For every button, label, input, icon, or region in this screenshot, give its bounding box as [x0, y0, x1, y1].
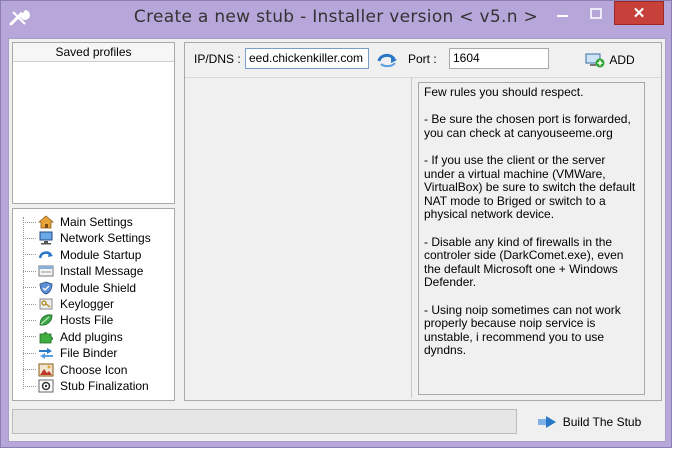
house-icon: [37, 215, 55, 229]
picture-icon: [38, 363, 54, 377]
panel-divider: [411, 78, 412, 398]
saved-profiles-panel[interactable]: Saved profiles: [12, 42, 175, 204]
tree-item-module-startup[interactable]: Module Startup: [13, 247, 141, 263]
tree-item-label: Network Settings: [60, 231, 151, 246]
puzzle-icon: [38, 330, 54, 344]
tree-connector: [23, 319, 36, 321]
tree-connector: [23, 221, 36, 223]
maximize-icon: [590, 7, 602, 19]
tree-item-label: Install Message: [60, 264, 144, 279]
build-stub-label: Build The Stub: [562, 415, 642, 429]
tree-item-main-settings[interactable]: Main Settings: [13, 214, 133, 230]
connection-panel: IP/DNS : eed.chickenkiller.com Port : 16…: [184, 42, 662, 401]
tree-connector: [23, 336, 36, 338]
finalize-gear-icon: [38, 379, 54, 393]
add-computer-icon: [585, 53, 605, 68]
saved-profiles-header: Saved profiles: [13, 43, 174, 62]
build-arrow-icon: [537, 416, 556, 428]
tree-item-stub-finalization[interactable]: Stub Finalization: [13, 378, 149, 394]
build-progress-bar: [12, 409, 517, 434]
tree-item-label: Module Shield: [60, 280, 137, 295]
header-divider: [185, 77, 661, 78]
message-window-icon: [38, 264, 54, 278]
tree-connector: [23, 352, 36, 354]
tree-item-label: File Binder: [60, 346, 118, 361]
tree-item-label: Main Settings: [60, 215, 133, 229]
ip-dns-label: IP/DNS :: [194, 52, 241, 66]
tree-item-add-plugins[interactable]: Add plugins: [13, 329, 123, 345]
tree-item-choose-icon[interactable]: Choose Icon: [13, 362, 127, 378]
rules-text-box[interactable]: Few rules you should respect. - Be sure …: [418, 82, 645, 395]
port-label: Port :: [408, 52, 437, 66]
tree-connector: [23, 287, 36, 289]
minimize-icon: [557, 15, 568, 17]
minimize-button[interactable]: [548, 1, 578, 25]
tree-item-install-message[interactable]: Install Message: [13, 263, 143, 279]
startup-arrow-icon: [38, 248, 54, 262]
add-button[interactable]: ADD: [575, 47, 645, 73]
tree-connector: [23, 237, 36, 239]
close-icon: ✕: [632, 5, 646, 22]
tree-item-label: Add plugins: [60, 329, 123, 344]
tree-item-label: Keylogger: [60, 297, 115, 311]
tree-item-keylogger[interactable]: Keylogger: [13, 296, 114, 312]
tree-connector: [23, 385, 36, 387]
tree-item-label: Hosts File: [60, 313, 114, 328]
tree-item-module-shield[interactable]: Module Shield: [13, 280, 136, 296]
monitor-network-icon: [38, 231, 54, 245]
leaf-icon: [38, 313, 54, 327]
stub-window: Create a new stub - Installer version < …: [0, 0, 672, 448]
tree-connector: [23, 303, 36, 305]
tree-connector: [23, 254, 36, 256]
tree-connector: [23, 270, 36, 272]
client-area: Saved profiles Main Settings Network Sett…: [8, 38, 666, 442]
tree-item-hosts-file[interactable]: Hosts File: [13, 312, 113, 328]
shield-icon: [38, 281, 54, 295]
settings-tree: Main Settings Network Settings Module Star…: [12, 208, 175, 401]
tree-item-network-settings[interactable]: Network Settings: [13, 230, 151, 246]
port-input[interactable]: 1604: [449, 48, 549, 69]
key-icon: [38, 297, 54, 311]
ip-dns-input[interactable]: eed.chickenkiller.com: [245, 48, 369, 69]
add-button-label: ADD: [609, 53, 635, 67]
tree-item-label: Module Startup: [60, 247, 142, 262]
build-stub-button[interactable]: Build The Stub: [527, 411, 652, 433]
tree-item-label: Stub Finalization: [60, 379, 149, 393]
maximize-button[interactable]: [581, 1, 611, 25]
tree-item-label: Choose Icon: [60, 362, 128, 377]
refresh-icon[interactable]: [376, 51, 398, 69]
title-bar[interactable]: Create a new stub - Installer version < …: [1, 1, 671, 35]
tree-connector: [23, 369, 36, 371]
binder-arrows-icon: [38, 346, 54, 360]
close-button[interactable]: ✕: [614, 1, 664, 25]
tree-item-file-binder[interactable]: File Binder: [13, 345, 117, 361]
